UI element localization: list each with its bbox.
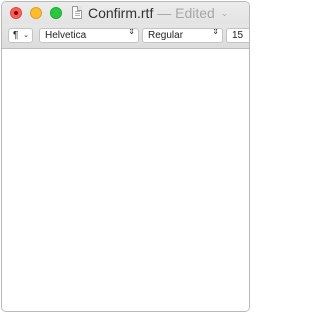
title-bar[interactable]: Confirm.rtf — Edited ⌄ — [2, 2, 249, 24]
close-button[interactable] — [10, 7, 22, 19]
window-filename: Confirm.rtf — [88, 5, 154, 21]
chevron-down-icon[interactable]: ⌄ — [221, 8, 229, 19]
document-icon[interactable] — [72, 6, 82, 19]
edited-status: Edited — [175, 5, 215, 21]
close-icon — [14, 11, 18, 15]
stepper-icon: ⇕ — [212, 28, 219, 36]
font-style-value: Regular — [148, 30, 184, 41]
font-style-select[interactable]: Regular ⇕ — [142, 28, 223, 43]
zoom-button[interactable] — [50, 7, 62, 19]
stepper-icon: ⇕ — [128, 28, 135, 36]
paragraph-styles-button[interactable]: ¶ ⌄ — [8, 28, 33, 43]
doc-line — [75, 11, 80, 12]
font-size-field[interactable]: 15 — [226, 28, 249, 43]
doc-line — [75, 15, 80, 16]
font-size-value: 15 — [232, 30, 244, 41]
font-family-select[interactable]: Helvetica ⇕ — [39, 28, 139, 43]
window-title[interactable]: Confirm.rtf — Edited ⌄ — [88, 5, 228, 21]
font-family-value: Helvetica — [45, 30, 87, 41]
pilcrow-icon: ¶ — [13, 30, 19, 41]
document-editor[interactable] — [2, 49, 249, 311]
chevron-down-icon: ⌄ — [23, 32, 29, 39]
format-toolbar: ¶ ⌄ Helvetica ⇕ Regular ⇕ 15 — [2, 24, 249, 49]
title-separator: — — [157, 5, 172, 21]
minimize-button[interactable] — [30, 7, 42, 19]
doc-line — [75, 13, 80, 14]
textedit-window: Confirm.rtf — Edited ⌄ ¶ ⌄ Helvetica ⇕ R… — [1, 1, 250, 312]
